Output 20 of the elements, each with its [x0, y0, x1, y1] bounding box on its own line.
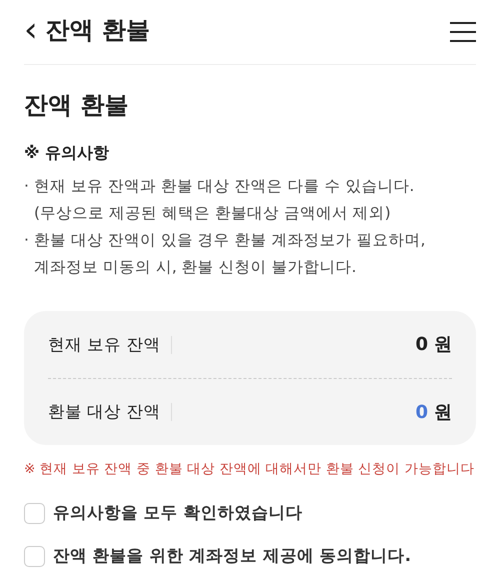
- agreement-label: 잔액 환불을 위한 계좌정보 제공에 동의합니다.: [53, 545, 411, 567]
- balance-amount: 0: [415, 400, 428, 424]
- notice-text: 현재 보유 잔액과 환불 대상 잔액은 다를 수 있습니다. (무상으로 제공된 혜택은 환불대상 금액에서 제외): [34, 176, 414, 224]
- notice-text: 환불 대상 잔액이 있을 경우 환불 계좌정보가 필요하며, 계좌정보 미동의 시, 환불 신청이 불가합니다.: [34, 230, 426, 278]
- balance-label: 환불 대상 잔액: [48, 403, 172, 421]
- balance-amount: 0: [415, 333, 428, 357]
- menu-icon[interactable]: [450, 22, 476, 42]
- checkbox[interactable]: [24, 503, 45, 524]
- notice-heading: ※ 유의사항: [24, 142, 110, 164]
- bullet-mark: ·: [24, 230, 30, 251]
- currency-unit: 원: [434, 333, 452, 357]
- warning-text: ※ 현재 보유 잔액 중 환불 대상 잔액에 대해서만 환불 신청이 가능합니다: [24, 460, 476, 479]
- currency-unit: 원: [434, 400, 452, 424]
- page-title: 잔액 환불: [24, 90, 130, 121]
- agreement-label: 유의사항을 모두 확인하였습니다: [53, 502, 302, 524]
- back-button[interactable]: ‹: [24, 13, 46, 51]
- bullet-mark: ·: [24, 176, 30, 197]
- header-title: 잔액 환불: [46, 15, 150, 46]
- checkbox[interactable]: [24, 546, 45, 567]
- balance-label: 현재 보유 잔액: [48, 336, 172, 354]
